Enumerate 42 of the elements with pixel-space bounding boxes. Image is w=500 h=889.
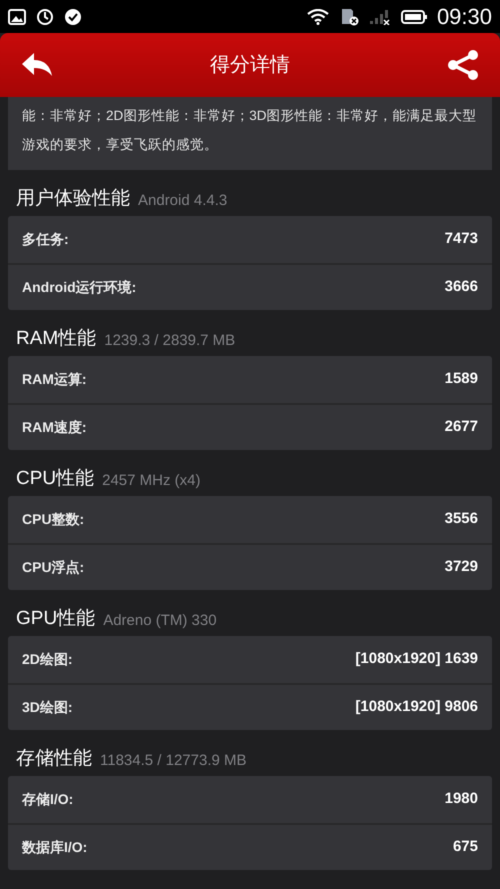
clock-icon (36, 8, 54, 26)
score-label: CPU浮点: (22, 558, 84, 577)
signal-icon (368, 8, 391, 24)
score-label: CPU整数: (22, 510, 84, 529)
section-subtitle: 2457 MHz (x4) (102, 473, 200, 488)
description-text: 能：非常好；2D图形性能：非常好；3D图形性能：非常好，能满足最大型游戏的要求，享受飞跃的感觉。 (22, 107, 478, 154)
score-label: 存储I/O: (22, 790, 74, 809)
section-subtitle: 11834.5 / 12773.9 MB (100, 753, 246, 768)
score-label: 2D绘图: (22, 650, 73, 669)
score-value: [1080x1920] 9806 (355, 697, 478, 718)
score-value: 7473 (444, 229, 478, 250)
section-title: 用户体验性能 (16, 189, 130, 208)
score-label: 3D绘图: (22, 698, 73, 717)
score-value: 3556 (444, 509, 478, 530)
score-value: [1080x1920] 1639 (355, 649, 478, 670)
section-title: 存储性能 (16, 749, 92, 768)
section-title: CPU性能 (16, 469, 94, 488)
section-subtitle: Adreno (TM) 330 (103, 613, 217, 628)
status-time: 09:30 (436, 6, 492, 28)
score-label: Android运行环境: (22, 278, 136, 297)
score-label: 多任务: (22, 230, 69, 249)
wifi-icon (306, 8, 329, 24)
page-title: 得分详情 (209, 53, 291, 78)
score-value: 675 (452, 837, 478, 858)
back-arrow-icon (21, 52, 53, 78)
score-value: 3729 (444, 557, 478, 578)
section-title: GPU性能 (16, 609, 96, 628)
battery-icon (400, 10, 427, 24)
section-title: RAM性能 (16, 329, 96, 348)
share-icon (447, 50, 479, 80)
score-label: RAM速度: (22, 418, 87, 437)
score-value: 2677 (444, 417, 478, 438)
score-label: 数据库I/O: (22, 838, 88, 857)
score-label: RAM运算: (22, 370, 87, 389)
score-value: 1589 (444, 369, 478, 390)
section-subtitle: Android 4.4.3 (138, 193, 228, 208)
score-value: 1980 (444, 789, 478, 810)
section-subtitle: 1239.3 / 2839.7 MB (104, 333, 236, 348)
check-icon (64, 8, 82, 26)
share-button[interactable] (446, 49, 480, 81)
image-icon (8, 8, 26, 24)
score-value: 3666 (444, 277, 478, 298)
